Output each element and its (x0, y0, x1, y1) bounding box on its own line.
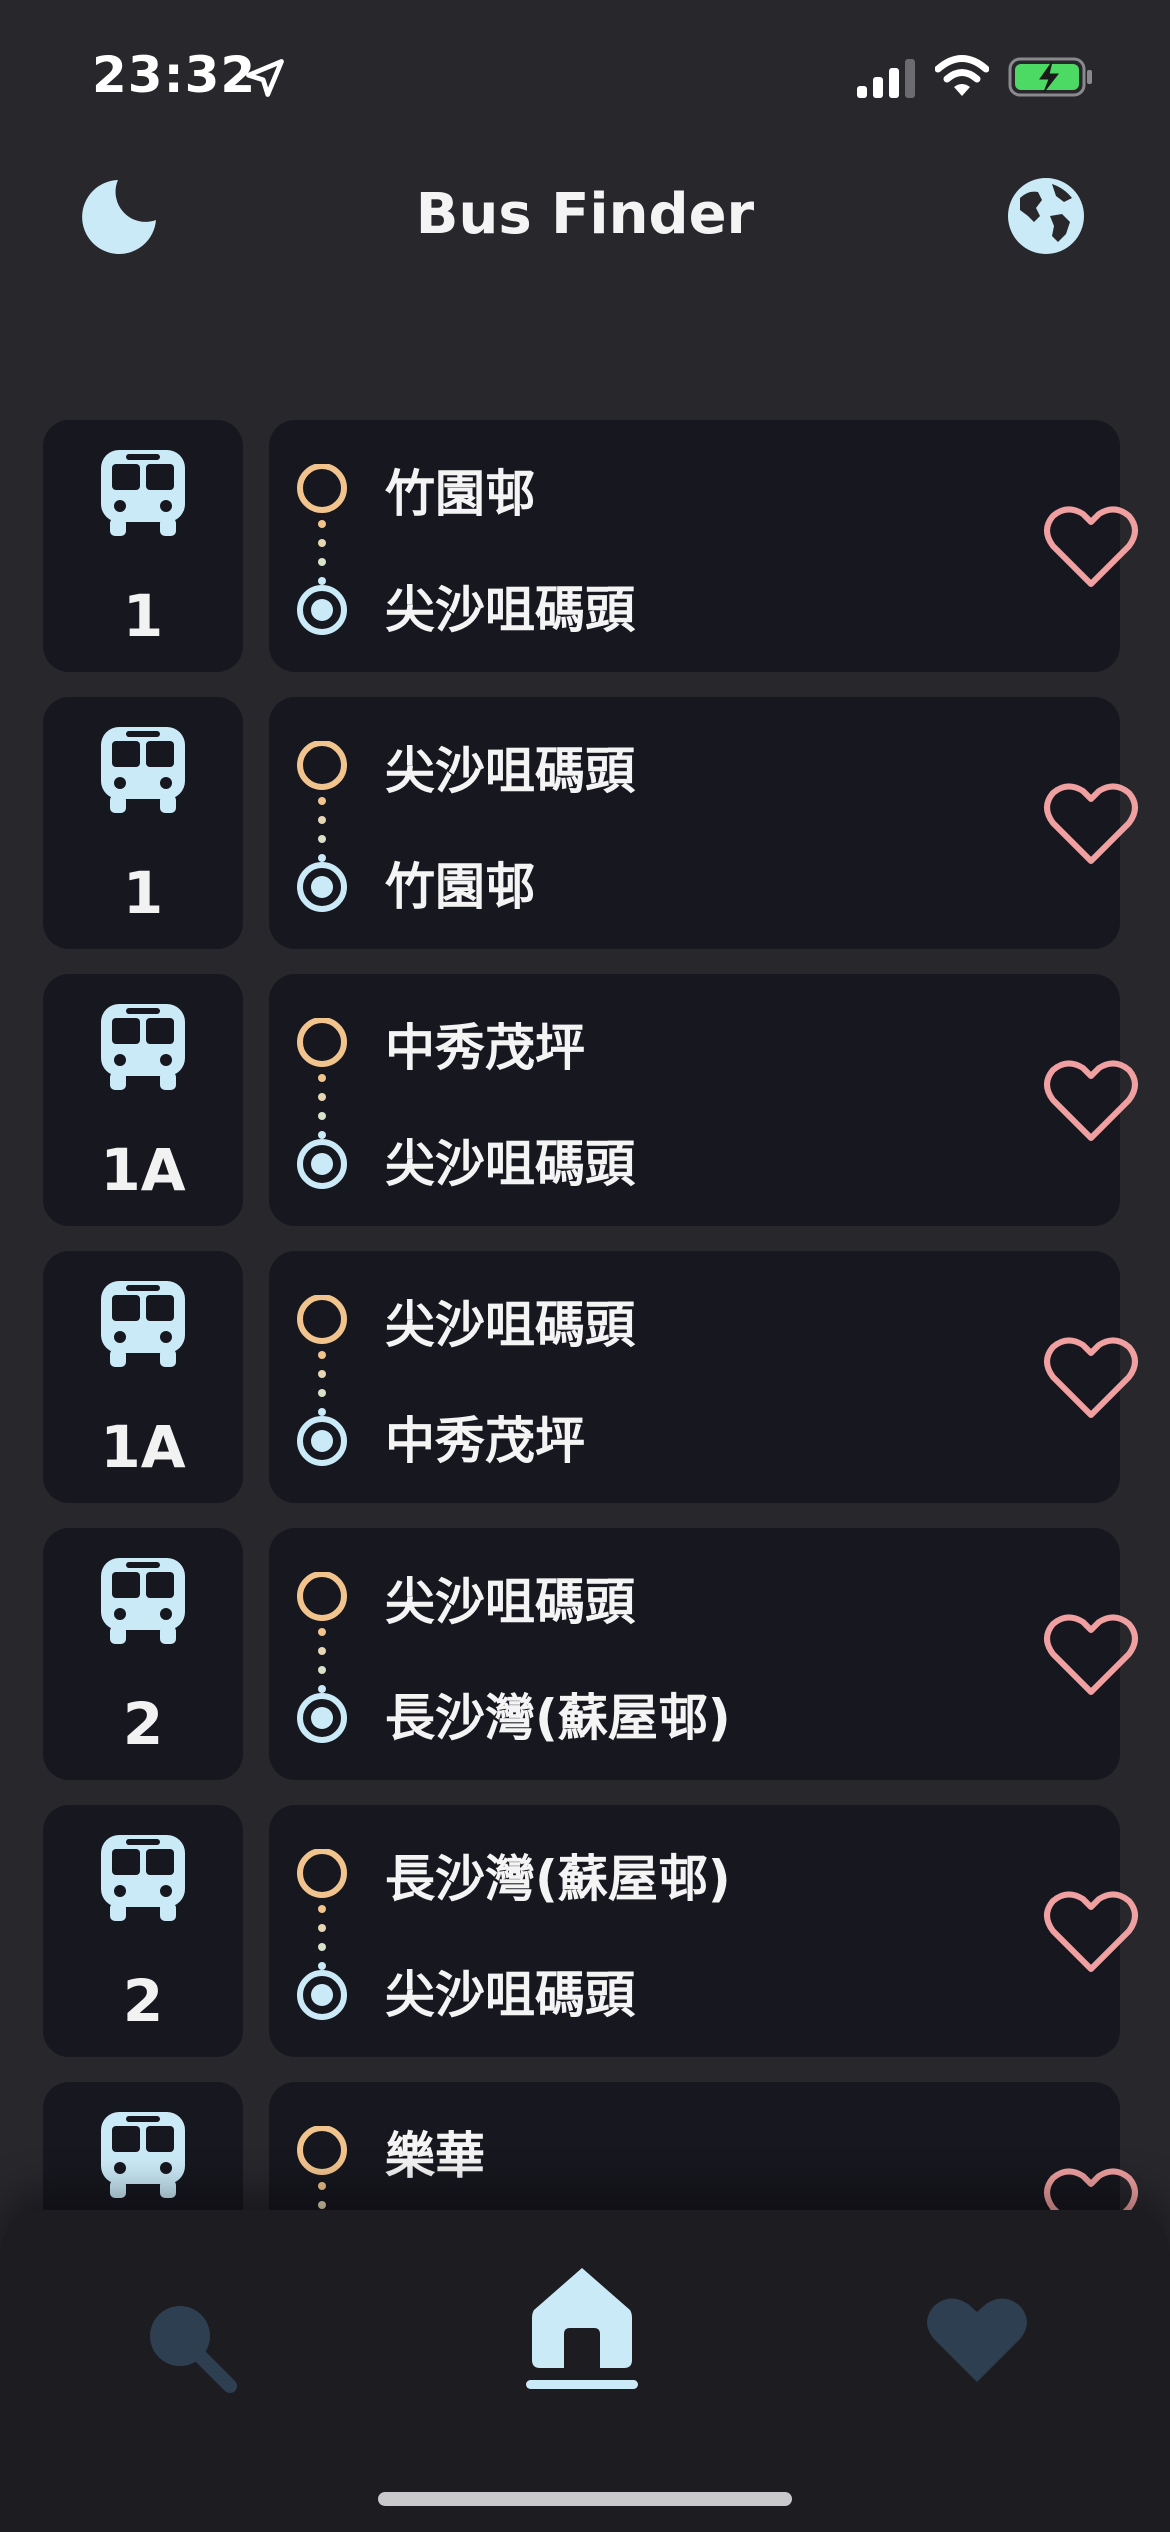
route-line-marker (297, 2126, 347, 2209)
home-icon[interactable] (526, 2262, 638, 2374)
route-number: 1 (122, 582, 164, 650)
origin-stop: 長沙灣(蘇屋邨) (385, 1850, 731, 1908)
origin-stop: 竹園邨 (385, 465, 535, 523)
heart-filled-icon[interactable] (922, 2284, 1032, 2394)
route-info-card[interactable]: 尖沙咀碼頭長沙灣(蘇屋邨) (269, 1528, 1138, 1780)
status-bar: 23:32 (0, 0, 1170, 150)
origin-stop: 尖沙咀碼頭 (385, 1573, 635, 1631)
route-number-card[interactable]: 1 (43, 697, 243, 949)
route-number: 1 (122, 859, 164, 927)
route-list-item[interactable]: 2 長沙灣(蘇屋邨) 尖沙咀碼頭 (43, 1805, 1138, 2057)
destination-stop: 尖沙咀碼頭 (385, 581, 635, 639)
route-number-card[interactable]: 1A (43, 974, 243, 1226)
heart-outline-icon[interactable] (1041, 773, 1141, 873)
search-icon[interactable] (138, 2294, 248, 2404)
page-title: Bus Finder (415, 182, 755, 247)
route-line-marker (297, 464, 347, 635)
route-info-card[interactable]: 長沙灣(蘇屋邨) 尖沙咀碼頭 (269, 1805, 1138, 2057)
location-arrow-icon (246, 59, 284, 97)
bus-icon (101, 727, 185, 813)
heart-outline-icon[interactable] (1041, 496, 1141, 596)
route-number: 2 (122, 1690, 164, 1758)
origin-stop: 尖沙咀碼頭 (385, 1296, 635, 1354)
battery-charging-icon (1008, 57, 1092, 97)
bottom-nav-bar (0, 2210, 1170, 2532)
route-list-item[interactable]: 2 尖沙咀碼頭長沙灣(蘇屋邨) (43, 1528, 1138, 1780)
origin-stop: 尖沙咀碼頭 (385, 742, 635, 800)
home-gesture-bar (378, 2492, 792, 2506)
bus-icon (101, 450, 185, 536)
status-time: 23:32 (92, 46, 257, 104)
route-list-item[interactable]: 1A 尖沙咀碼頭中秀茂坪 (43, 1251, 1138, 1503)
heart-outline-icon[interactable] (1041, 1604, 1141, 1704)
origin-stop: 樂華 (385, 2127, 485, 2185)
route-line-marker (297, 1849, 347, 2020)
bus-icon (101, 2112, 185, 2198)
cellular-signal-icon (857, 59, 915, 98)
route-info-card[interactable]: 樂華 (269, 2082, 1138, 2210)
route-number-card[interactable]: 2 (43, 1805, 243, 2057)
route-list-item[interactable]: 樂華 (43, 2082, 1138, 2210)
bus-icon (101, 1004, 185, 1090)
destination-stop: 尖沙咀碼頭 (385, 1966, 635, 2024)
route-line-marker (297, 1295, 347, 1466)
heart-outline-icon[interactable] (1041, 1881, 1141, 1981)
active-tab-indicator (526, 2380, 638, 2389)
destination-stop: 尖沙咀碼頭 (385, 1135, 635, 1193)
heart-outline-icon[interactable] (1041, 2158, 1141, 2210)
app-header: Bus Finder (0, 160, 1170, 270)
route-list-item[interactable]: 1 尖沙咀碼頭竹園邨 (43, 697, 1138, 949)
route-line-marker (297, 1572, 347, 1743)
route-number-card[interactable]: 1 (43, 420, 243, 672)
route-info-card[interactable]: 尖沙咀碼頭 中秀茂坪 (269, 1251, 1138, 1503)
route-number: 2 (122, 1967, 164, 2035)
bus-icon (101, 1835, 185, 1921)
destination-stop: 長沙灣(蘇屋邨) (385, 1689, 731, 1747)
route-number-card[interactable] (43, 2082, 243, 2210)
route-number-card[interactable]: 1A (43, 1251, 243, 1503)
heart-outline-icon[interactable] (1041, 1050, 1141, 1150)
route-info-card[interactable]: 中秀茂坪 尖沙咀碼頭 (269, 974, 1138, 1226)
heart-outline-icon[interactable] (1041, 1327, 1141, 1427)
bus-icon (101, 1558, 185, 1644)
route-number-card[interactable]: 2 (43, 1528, 243, 1780)
route-number: 1A (100, 1413, 186, 1481)
route-list[interactable]: 1 竹園邨 尖沙咀碼頭 1 尖沙咀碼頭 竹園邨 1A 中秀茂坪 尖沙咀碼頭 1A 尖沙咀碼頭 中秀茂坪… (0, 420, 1170, 2210)
route-info-card[interactable]: 竹園邨 尖沙咀碼頭 (269, 420, 1138, 672)
route-list-item[interactable]: 1 竹園邨尖沙咀碼頭 (43, 420, 1138, 672)
route-number: 1A (100, 1136, 186, 1204)
route-list-item[interactable]: 1A 中秀茂坪尖沙咀碼頭 (43, 974, 1138, 1226)
wifi-icon (935, 55, 989, 96)
globe-icon[interactable] (1006, 176, 1086, 256)
bus-icon (101, 1281, 185, 1367)
origin-stop: 中秀茂坪 (385, 1019, 585, 1077)
route-line-marker (297, 1018, 347, 1189)
route-info-card[interactable]: 尖沙咀碼頭 竹園邨 (269, 697, 1138, 949)
destination-stop: 竹園邨 (385, 858, 535, 916)
route-line-marker (297, 741, 347, 912)
destination-stop: 中秀茂坪 (385, 1412, 585, 1470)
